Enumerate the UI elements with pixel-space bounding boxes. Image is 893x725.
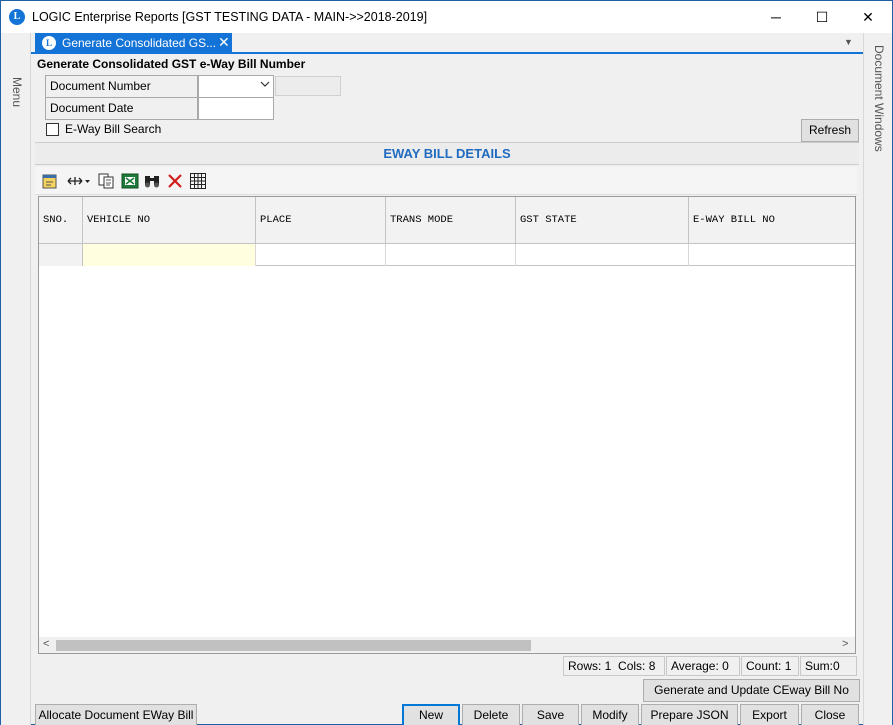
maximize-button[interactable]: ☐ [799,1,845,33]
app-window: L LOGIC Enterprise Reports [GST TESTING … [0,0,893,725]
column-header-trans-mode[interactable]: TRANS MODE [386,197,516,244]
delete-x-icon[interactable] [166,172,184,190]
copy-icon[interactable] [97,172,115,190]
grid-icon[interactable] [189,172,207,190]
column-header-sno[interactable]: SNO. [39,197,83,244]
grid-header: SNO. VEHICLE NO PLACE TRANS MODE GST STA… [39,197,855,244]
scroll-left-icon[interactable]: < [43,638,49,650]
prepare-json-button[interactable]: Prepare JSON [641,704,738,725]
document-windows-panel[interactable]: Document Windows [863,33,892,725]
eway-bill-grid[interactable]: SNO. VEHICLE NO PLACE TRANS MODE GST STA… [38,196,856,654]
column-header-vehicle-no[interactable]: VEHICLE NO [83,197,256,244]
tab-generate-consolidated[interactable]: L Generate Consolidated GS... ✕ [35,33,232,54]
scroll-right-icon[interactable]: > [842,638,848,650]
close-window-button[interactable]: ✕ [845,1,891,33]
modify-button[interactable]: Modify [581,704,639,725]
refresh-button[interactable]: Refresh [801,119,859,142]
document-date-field[interactable] [198,97,274,120]
column-header-gst-state[interactable]: GST STATE [516,197,689,244]
export-button[interactable]: Export [740,704,799,725]
document-number-readonly [275,76,341,96]
eway-bill-search-checkbox[interactable] [46,123,59,136]
cell-trans-mode[interactable] [386,244,516,266]
document-date-label: Document Date [45,97,198,120]
cell-vehicle-no[interactable] [83,244,256,266]
scrollbar-thumb[interactable] [56,640,531,651]
grid-toolbar [35,167,857,195]
cell-eway-bill-no[interactable] [689,244,855,266]
form-title: Generate Consolidated GST e-Way Bill Num… [37,57,306,71]
document-windows-label[interactable]: Document Windows [872,45,886,152]
save-button[interactable]: Save [522,704,579,725]
status-cols: Cols: 8 [618,659,656,673]
menu-side-panel[interactable]: Menu [1,33,31,725]
status-rows-cols: Rows: 1 Cols: 8 [563,656,665,676]
column-header-eway-bill-no[interactable]: E-WAY BILL NO [689,197,855,244]
chevron-down-icon[interactable] [260,79,270,89]
tab-logo-icon: L [42,36,56,50]
tab-close-icon[interactable]: ✕ [218,34,230,51]
minimize-button[interactable]: ─ [753,1,799,33]
table-row[interactable] [39,244,855,266]
cell-gst-state[interactable] [516,244,689,266]
section-title: EWAY BILL DETAILS [35,142,859,165]
row-header-cell[interactable] [39,244,83,266]
tab-label[interactable]: Generate Consolidated GS... [62,36,216,50]
note-icon[interactable] [41,172,59,190]
column-header-place[interactable]: PLACE [256,197,386,244]
delete-button[interactable]: Delete [462,704,520,725]
eway-bill-search-label[interactable]: E-Way Bill Search [65,122,161,136]
app-logo-icon: L [9,9,25,25]
new-button[interactable]: New [402,704,460,725]
document-number-label: Document Number [45,75,198,98]
document-number-combo[interactable] [198,75,274,98]
status-sum: Sum:0 [800,656,857,676]
close-button[interactable]: Close [801,704,859,725]
menu-label[interactable]: Menu [10,77,24,107]
document-tabstrip: L Generate Consolidated GS... ✕ ▼ [31,33,863,54]
title-bar: L LOGIC Enterprise Reports [GST TESTING … [1,1,892,33]
status-rows: Rows: 1 [568,659,612,673]
status-average: Average: 0 [666,656,740,676]
horizontal-scrollbar[interactable]: < > [39,637,855,653]
cell-place[interactable] [256,244,386,266]
tab-dropdown-icon[interactable]: ▼ [844,37,853,47]
status-count: Count: 1 [741,656,799,676]
find-icon[interactable] [143,172,161,190]
excel-export-icon[interactable] [121,172,139,190]
allocate-document-eway-button[interactable]: Allocate Document EWay Bill [35,704,197,725]
generate-update-ceway-button[interactable]: Generate and Update CEway Bill No [643,679,860,702]
column-resize-icon[interactable] [66,172,92,190]
window-title: LOGIC Enterprise Reports [GST TESTING DA… [32,10,428,24]
